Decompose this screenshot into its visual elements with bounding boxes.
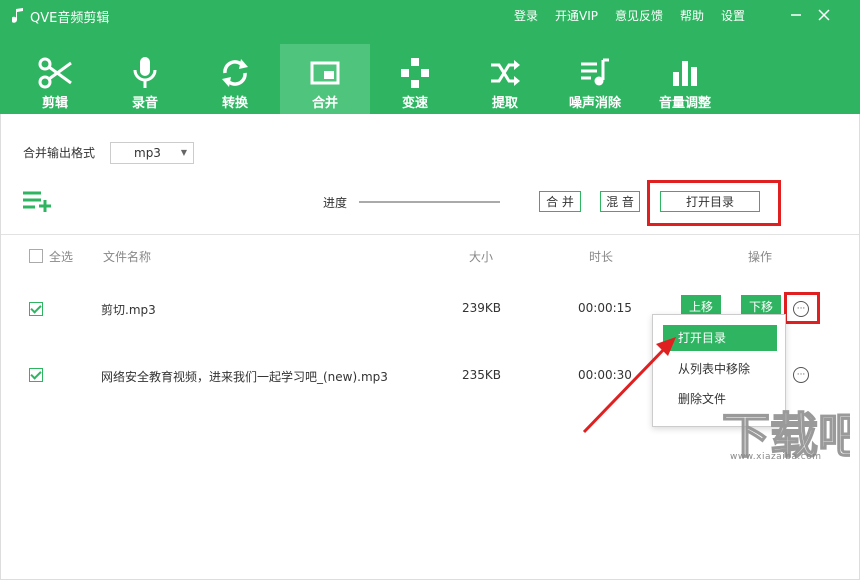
title-bar: QVE音频剪辑 登录 开通VIP 意见反馈 帮助 设置 剪辑 录音 转换 合并 [0,0,860,114]
tab-label: 变速 [401,96,428,111]
music-list-icon [581,58,609,86]
tab-label: 音量调整 [658,96,711,111]
divider [1,234,859,235]
tab-label: 剪辑 [41,96,68,111]
mix-button[interactable]: 混 音 [600,191,640,212]
output-format-label: 合并输出格式 [23,146,96,160]
tab-label: 噪声消除 [568,96,621,111]
tab-speed[interactable]: 变速 [370,44,460,114]
progress-bar [359,201,500,203]
app-title: QVE音频剪辑 [12,6,109,26]
vip-link[interactable]: 开通VIP [555,7,598,24]
tab-denoise[interactable]: 噪声消除 [550,44,640,114]
app-title-text: QVE音频剪辑 [30,10,110,26]
select-all-checkbox[interactable] [29,249,43,263]
tab-merge[interactable]: 合并 [280,44,370,114]
settings-link[interactable]: 设置 [721,7,745,24]
tab-record[interactable]: 录音 [100,44,190,114]
tab-cut[interactable]: 剪辑 [10,44,100,114]
tab-label: 录音 [131,96,158,111]
tab-label: 合并 [311,96,338,111]
column-header-size: 大小 [469,250,494,264]
file-size: 235KB [462,368,502,382]
annotation-highlight-box [784,292,820,324]
feedback-link[interactable]: 意见反馈 [615,7,663,24]
login-link[interactable]: 登录 [514,7,538,24]
column-header-name: 文件名称 [103,250,152,264]
row-checkbox[interactable] [29,368,43,382]
progress-label: 进度 [323,196,348,210]
help-link[interactable]: 帮助 [680,7,704,24]
close-button[interactable] [813,4,835,26]
microphone-icon [133,57,157,88]
output-format-value: mp3 [134,146,161,160]
merge-button[interactable]: 合 并 [539,191,581,212]
tab-label: 转换 [221,96,248,111]
tab-label: 提取 [491,96,518,111]
gamepad-icon [401,58,429,88]
top-links: 登录 开通VIP 意见反馈 帮助 设置 [514,7,762,24]
annotation-highlight-box [647,180,781,226]
file-duration: 00:00:15 [578,301,632,315]
select-all-label: 全选 [49,250,74,264]
file-size: 239KB [462,301,502,315]
tab-volume[interactable]: 音量调整 [640,44,730,114]
bar-chart-icon [673,61,697,86]
row-checkbox[interactable] [29,302,43,316]
minimize-button[interactable] [785,4,807,26]
refresh-icon [222,59,248,87]
close-icon [818,9,830,21]
main-toolbar: 剪辑 录音 转换 合并 变速 提取 噪声消除 音量调整 [10,44,730,114]
annotation-arrow [582,337,676,434]
music-note-icon [12,8,23,23]
chevron-down-icon: ▼ [180,148,187,157]
merge-panel: 合并输出格式 mp3 ▼ 进度 合 并 混 音 打开目录 全选 文件名称 大小 … [0,114,860,580]
minimize-icon [791,14,801,16]
column-header-actions: 操作 [748,250,773,264]
more-options-icon[interactable]: ··· [793,367,809,383]
tab-convert[interactable]: 转换 [190,44,280,114]
column-header-duration: 时长 [589,250,614,264]
file-name: 网络安全教育视频，进来我们一起学习吧_(new).mp3 [101,370,388,384]
output-format-select[interactable]: mp3 ▼ [110,142,194,164]
tab-extract[interactable]: 提取 [460,44,550,114]
file-name: 剪切.mp3 [101,303,156,317]
add-file-icon[interactable] [23,190,53,212]
scissors-icon [38,57,72,89]
merge-icon [310,61,340,85]
watermark-url: www.xiazaiba.com [730,452,822,462]
shuffle-icon [491,60,520,86]
